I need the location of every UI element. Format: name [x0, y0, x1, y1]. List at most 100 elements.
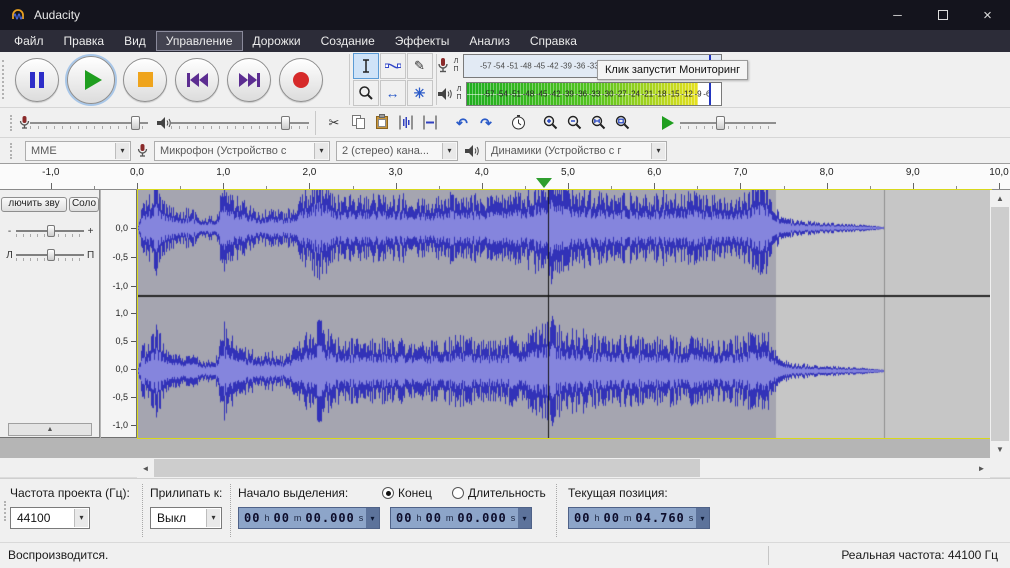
envelope-tool-icon	[384, 63, 401, 68]
zoom-out-button[interactable]	[562, 110, 586, 135]
selection-end-radio-label[interactable]: Конец	[398, 486, 432, 500]
collapse-icon: ▲	[46, 426, 54, 433]
time-field-dropdown-icon[interactable]: ▾	[518, 508, 531, 528]
selection-tool-button[interactable]	[352, 52, 379, 79]
paste-button[interactable]	[370, 110, 394, 135]
multi-tool-icon: ✳	[413, 84, 426, 101]
scroll-up-icon: ▲	[996, 194, 1004, 203]
redo-button[interactable]: ↷	[474, 110, 498, 135]
vertical-scrollbar[interactable]: ▲ ▼	[990, 190, 1010, 458]
minimize-button[interactable]: ─	[875, 0, 920, 30]
silence-audio-icon	[423, 115, 437, 130]
cut-button[interactable]: ✂	[322, 110, 346, 135]
input-volume-slider[interactable]	[30, 115, 148, 130]
record-button[interactable]	[279, 57, 323, 102]
solo-button[interactable]: Соло	[69, 197, 99, 212]
pause-button[interactable]	[15, 57, 59, 102]
pan-thumb[interactable]	[46, 249, 55, 261]
fit-project-button[interactable]	[610, 110, 634, 135]
menu-help[interactable]: Справка	[520, 31, 587, 51]
timeline-ruler[interactable]: -1,0 0,0 1,0 2,0 3,0 4,0 5,0 6,0 7,0 8,0 9,0 10,0	[0, 164, 1010, 190]
timeshift-tool-button[interactable]: ↔	[379, 79, 406, 106]
menu-edit[interactable]: Правка	[54, 31, 115, 51]
meter-db-label: -48	[522, 89, 535, 98]
horizontal-scroll-thumb[interactable]	[154, 459, 700, 477]
menu-generate[interactable]: Создание	[311, 31, 385, 51]
play-button[interactable]	[67, 55, 115, 104]
toolbar-grip[interactable]	[10, 114, 15, 131]
menu-tracks[interactable]: Дорожки	[243, 31, 311, 51]
draw-tool-button[interactable]: ✎	[406, 52, 433, 79]
meter-db-label: -24	[628, 89, 640, 98]
menu-analyze[interactable]: Анализ	[459, 31, 520, 51]
menu-transport[interactable]: Управление	[155, 31, 243, 51]
zoom-in-button[interactable]	[538, 110, 562, 135]
sync-lock-button[interactable]	[506, 110, 530, 135]
timeline-label: 4,0	[474, 167, 489, 178]
current-position-field[interactable]: 00 h 00 m 04.760 s ▾	[568, 507, 710, 529]
amplitude-label: 0,0	[115, 364, 128, 374]
output-volume-slider[interactable]	[171, 115, 309, 130]
pan-slider[interactable]	[16, 248, 84, 262]
zoom-in-icon	[543, 115, 557, 130]
selection-length-radio[interactable]	[452, 487, 464, 499]
input-channels-combobox[interactable]: 2 (стерео) кана... ▾	[336, 140, 458, 161]
scroll-down-button[interactable]: ▼	[990, 441, 1010, 458]
envelope-tool-button[interactable]	[379, 52, 406, 79]
status-separator	[768, 546, 769, 565]
menu-file[interactable]: Файл	[4, 31, 54, 51]
toolbar-grip[interactable]	[2, 60, 7, 99]
fit-selection-button[interactable]	[586, 110, 610, 135]
toolbar-grip[interactable]	[4, 501, 9, 521]
snap-to-label: Прилипать к:	[150, 486, 223, 500]
input-volume-thumb[interactable]	[131, 115, 141, 130]
snap-to-combobox[interactable]: Выкл ▾	[150, 507, 222, 529]
vertical-scroll-thumb[interactable]	[991, 207, 1009, 441]
maximize-button[interactable]	[920, 0, 965, 30]
output-volume-thumb[interactable]	[281, 115, 291, 130]
playhead-marker[interactable]	[536, 178, 552, 188]
selection-end-field[interactable]: 00 h 00 m 00.000 s ▾	[390, 507, 532, 529]
play-at-speed-button[interactable]	[656, 110, 680, 135]
menu-view[interactable]: Вид	[114, 31, 156, 51]
selection-length-radio-label[interactable]: Длительность	[468, 486, 546, 500]
playback-meter[interactable]: -57 -54 -51 -48 -45 -42 -39 -36 -33 -30 -27 -24 -21-…	[466, 81, 722, 106]
play-speed-slider[interactable]	[680, 115, 776, 130]
scroll-up-button[interactable]: ▲	[990, 190, 1010, 207]
time-field-dropdown-icon[interactable]: ▾	[366, 508, 379, 528]
track-collapse-button[interactable]: ▲	[8, 423, 92, 436]
audio-host-combobox[interactable]: MME ▾	[25, 140, 131, 161]
skip-to-end-button[interactable]	[227, 57, 271, 102]
close-button[interactable]: ×	[965, 0, 1010, 30]
trim-audio-button[interactable]	[394, 110, 418, 135]
output-device-combobox[interactable]: Динамики (Устройство с г ▾	[485, 140, 667, 161]
scroll-left-button[interactable]: ◄	[137, 458, 154, 478]
input-device-combobox[interactable]: Микрофон (Устройство с ▾	[154, 140, 330, 161]
undo-button[interactable]: ↶	[450, 110, 474, 135]
multi-tool-button[interactable]: ✳	[406, 79, 433, 106]
speaker-icon	[438, 87, 452, 100]
play-speed-thumb[interactable]	[716, 115, 726, 130]
audacity-window: Audacity ─ × Файл Правка Вид Управление Доро…	[0, 0, 1010, 568]
silence-audio-button[interactable]	[418, 110, 442, 135]
gain-thumb[interactable]	[46, 225, 55, 237]
toolbar-row-top: ✎ ↔ ✳ ЛП -57-54-51-48-45-42-39-36-33-30-…	[0, 52, 1010, 108]
track-vertical-ruler[interactable]: 0,0 -0,5 -1,0 1,0 0,5 0,0 -0,5 -1,0	[101, 190, 137, 438]
horizontal-scrollbar[interactable]: ◄ ►	[137, 458, 990, 478]
gain-slider[interactable]	[16, 224, 84, 238]
selection-start-field[interactable]: 00 h 00 m 00.000 s ▾	[238, 507, 380, 529]
copy-button[interactable]	[346, 110, 370, 135]
track-control-panel: лючить зву Соло - + Л П ▲	[0, 190, 100, 438]
scroll-right-button[interactable]: ►	[973, 458, 990, 478]
stop-button[interactable]	[123, 57, 167, 102]
skip-to-start-button[interactable]	[175, 57, 219, 102]
time-field-dropdown-icon[interactable]: ▾	[696, 508, 709, 528]
toolbar-grip[interactable]	[10, 142, 15, 159]
waveform-canvas[interactable]	[138, 190, 991, 438]
zoom-tool-button[interactable]	[352, 79, 379, 106]
menu-effect[interactable]: Эффекты	[385, 31, 460, 51]
project-rate-combobox[interactable]: 44100 ▾	[10, 507, 90, 529]
amplitude-label: 1,0	[115, 308, 128, 318]
selection-end-radio[interactable]	[382, 487, 394, 499]
mute-button[interactable]: лючить зву	[1, 197, 67, 212]
